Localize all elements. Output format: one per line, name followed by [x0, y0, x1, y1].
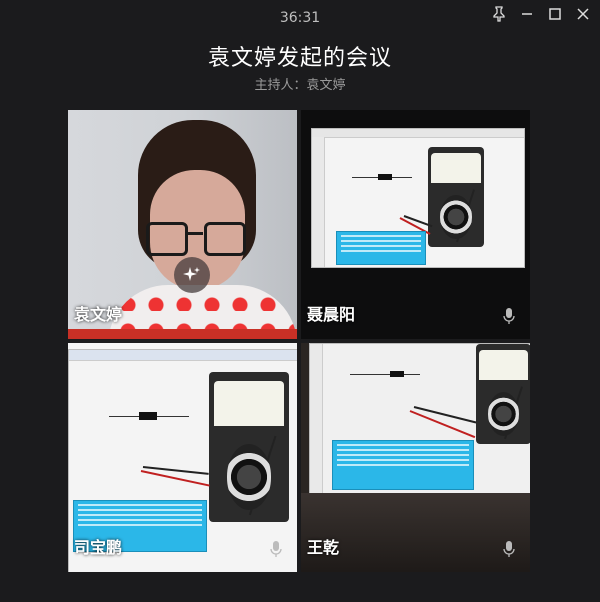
maximize-icon[interactable] — [544, 4, 566, 24]
multimeter — [476, 344, 530, 444]
video-tile-screen-share[interactable]: 王乾 — [301, 343, 530, 572]
info-panel — [336, 231, 426, 265]
window-controls — [488, 4, 594, 24]
resistor — [378, 174, 392, 180]
meeting-window: 36:31 袁文婷发起的会议 主持人：袁文婷 袁文婷 聂晨阳 司宝鹏 王乾 — [0, 0, 600, 602]
glasses-right — [204, 222, 246, 256]
pin-icon[interactable] — [488, 4, 510, 24]
shared-screen — [311, 128, 525, 268]
microphone-icon — [503, 308, 515, 324]
minimize-icon[interactable] — [516, 4, 538, 24]
video-grid: 袁文婷 聂晨阳 司宝鹏 王乾 — [68, 110, 530, 572]
camera-red-strip — [68, 329, 297, 339]
glasses-left — [146, 222, 188, 256]
info-panel — [332, 440, 474, 490]
video-tile-screen-share[interactable]: 司宝鹏 — [68, 343, 297, 572]
sparkle-icon — [183, 267, 200, 281]
meeting-host: 主持人：袁文婷 — [254, 78, 346, 93]
beauty-filter-button[interactable] — [174, 257, 210, 293]
microphone-icon — [270, 541, 282, 557]
meeting-title: 袁文婷发起的会议 — [207, 46, 392, 71]
participant-name: 聂晨阳 — [307, 305, 356, 324]
monitor-bezel — [301, 493, 530, 572]
microphone-icon — [503, 541, 515, 557]
participant-name: 司宝鹏 — [74, 538, 123, 557]
multimeter — [209, 372, 289, 522]
video-tile-screen-share[interactable]: 聂晨阳 — [301, 110, 530, 339]
resistor — [139, 412, 157, 420]
close-icon[interactable] — [572, 4, 594, 24]
video-tile-camera[interactable]: 袁文婷 — [68, 110, 297, 339]
shared-screen — [309, 343, 530, 495]
participant-name: 王乾 — [307, 538, 340, 557]
glasses-bridge — [185, 232, 203, 235]
multimeter — [428, 147, 484, 247]
resistor — [390, 371, 404, 377]
participant-name: 袁文婷 — [74, 305, 123, 324]
